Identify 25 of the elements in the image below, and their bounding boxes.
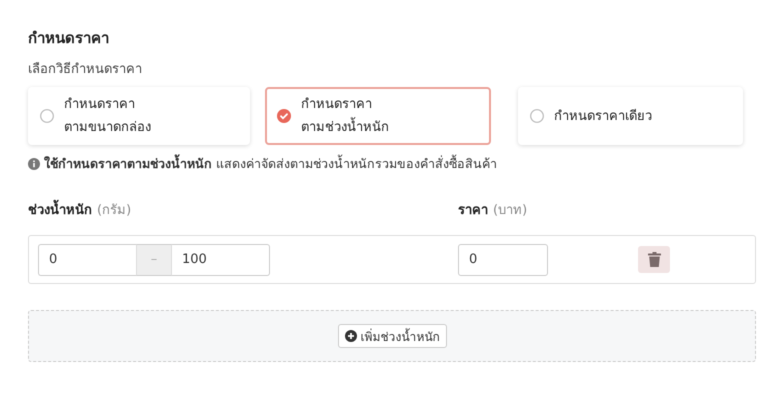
column-label: ราคา — [458, 202, 488, 220]
section-title: กำหนดราคา — [28, 28, 110, 49]
option-label: กำหนดราคา ตามขนาดกล่อง — [64, 96, 151, 137]
column-label: ช่วงน้ำหนัก — [28, 199, 92, 220]
unit-label: (กรัม) — [97, 202, 132, 220]
price-field[interactable]: 0 — [458, 244, 548, 276]
option-card[interactable]: กำหนดราคาเดียว — [518, 87, 743, 145]
check-circle-icon[interactable] — [277, 109, 291, 123]
info-icon — [28, 158, 40, 170]
radio-button[interactable] — [530, 109, 544, 123]
add-weight-range-button[interactable]: เพิ่มช่วงน้ำหนัก — [338, 324, 446, 348]
info-text: ใช้กำหนดราคาตามช่วงน้ำหนัก แสดงค่าจัดส่งตามช่วงน้ำหนักรวมของคำสั่งซื้อสินค้า — [44, 154, 497, 173]
option-label: กำหนดราคาเดียว — [554, 108, 652, 126]
delete-button[interactable] — [638, 246, 670, 273]
range-separator: – — [136, 244, 172, 276]
option-card[interactable]: กำหนดราคา ตามขนาดกล่อง — [28, 87, 250, 145]
trash-icon — [648, 252, 660, 267]
option-label: กำหนดราคา ตามช่วงน้ำหนัก — [301, 96, 389, 137]
section-subtitle: เลือกวิธีกำหนดราคา — [28, 60, 143, 79]
radio-button[interactable] — [40, 109, 54, 123]
option-card[interactable]: กำหนดราคา ตามช่วงน้ำหนัก — [265, 87, 491, 145]
plus-circle-icon — [344, 330, 356, 342]
unit-label: (บาท) — [493, 202, 528, 220]
max-weight-field[interactable]: 100 — [172, 244, 270, 276]
min-weight-field[interactable]: 0 — [38, 244, 136, 276]
